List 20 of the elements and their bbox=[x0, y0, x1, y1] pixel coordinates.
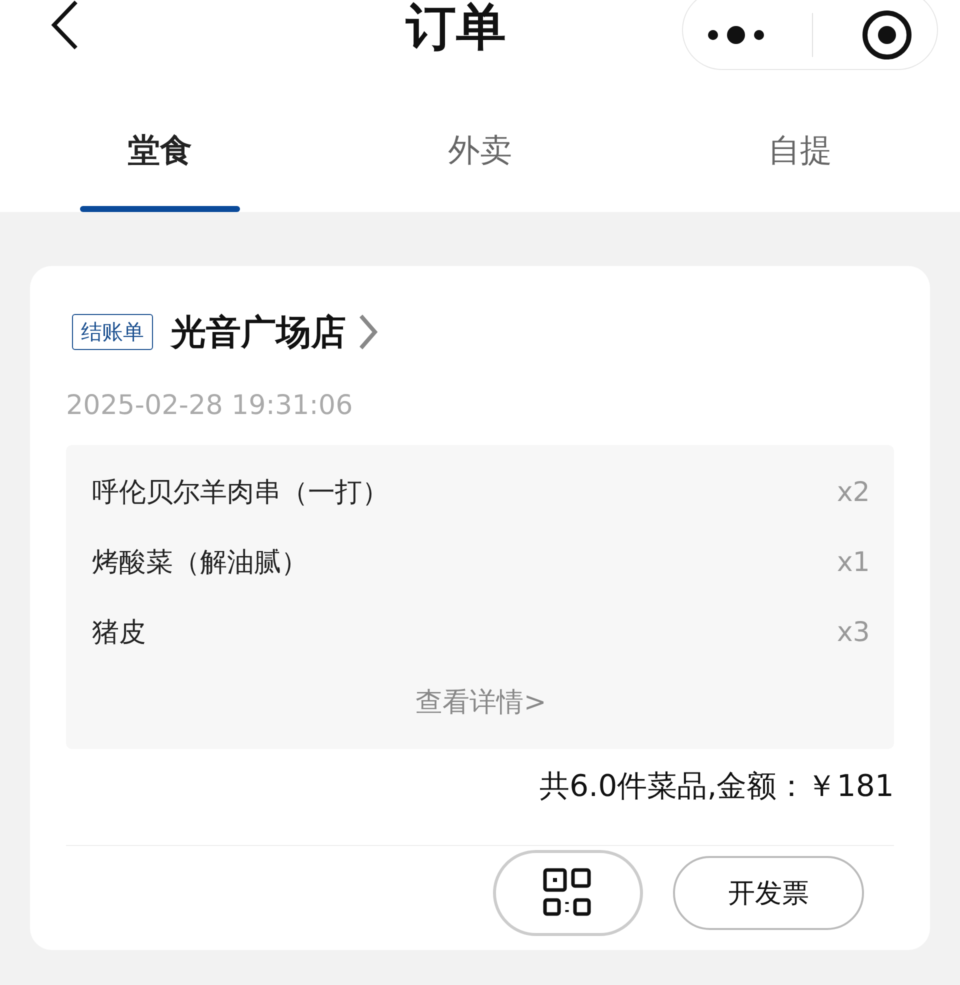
invoice-button[interactable]: 开发票 bbox=[673, 856, 864, 930]
item-quantity: x1 bbox=[836, 546, 870, 578]
qr-code-icon bbox=[543, 868, 593, 918]
item-name: 烤酸菜（解油腻） bbox=[92, 546, 308, 580]
back-icon[interactable] bbox=[50, 0, 80, 50]
item-quantity: x3 bbox=[836, 616, 870, 648]
tab[interactable]: 堂食 bbox=[0, 90, 320, 212]
close-target-icon[interactable] bbox=[861, 9, 914, 61]
item-name: 猪皮 bbox=[92, 616, 146, 650]
item-quantity: x2 bbox=[836, 476, 870, 508]
order-time: 2025-02-28 19:31:06 bbox=[66, 390, 354, 421]
item-name: 呼伦贝尔羊肉串（一打） bbox=[92, 476, 389, 510]
order-summary: 共6.0件菜品,金额：￥181 bbox=[539, 768, 894, 806]
tab[interactable]: 外卖 bbox=[320, 90, 640, 212]
page-title: 订单 bbox=[404, 2, 507, 52]
more-icon[interactable] bbox=[706, 25, 765, 45]
tab[interactable]: 自提 bbox=[640, 90, 960, 212]
store-name[interactable]: 光音广场店 bbox=[171, 308, 346, 356]
chevron-right-icon[interactable] bbox=[358, 314, 378, 350]
order-type-tag: 结账单 bbox=[72, 314, 153, 350]
